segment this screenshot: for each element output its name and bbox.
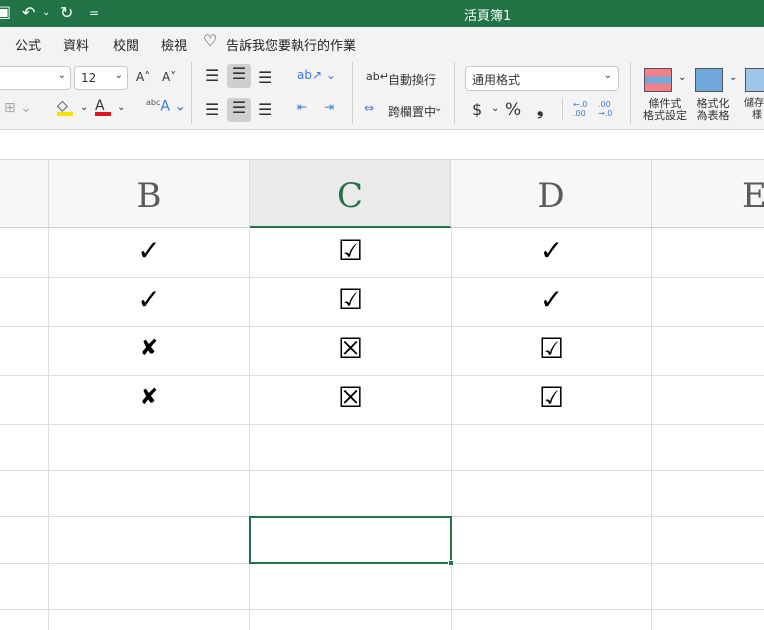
cell-styles-icon[interactable] (745, 68, 764, 92)
cell-b3[interactable]: ✘ (49, 332, 249, 361)
orientation-icon[interactable]: ab↗ ⌄ (297, 68, 336, 82)
font-size-value: 12 (81, 71, 97, 85)
column-header-a[interactable] (0, 160, 49, 228)
increase-decimal-button[interactable]: ←.0 .00 (573, 100, 593, 118)
label: 儲存 (744, 98, 764, 109)
cell-c4[interactable]: ☒ (250, 381, 451, 414)
phonetic-icon[interactable]: abcA ⌄ (146, 98, 186, 115)
cell-b4[interactable]: ✘ (49, 381, 249, 410)
ribbon-tabs: 公式 資料 校閱 檢視 ♡ 告訴我您要執行的作業 (0, 27, 764, 58)
undo-dropdown-icon[interactable]: ⌄ (42, 7, 50, 18)
wrap-text-button[interactable]: 自動換行 (388, 71, 436, 88)
cell-b1[interactable]: ✓ (49, 234, 249, 267)
wrap-text-icon: ab↵ (366, 70, 389, 83)
chevron-down-icon: ⌄ (57, 70, 66, 81)
redo-icon[interactable]: ↻ (60, 3, 73, 22)
format-as-table-dropdown-icon[interactable]: ⌄ (729, 72, 737, 83)
comma-button[interactable]: ❟ (537, 100, 543, 120)
font-color-button[interactable]: A (95, 98, 111, 116)
align-middle-icon[interactable]: ☰ (227, 64, 251, 88)
cell-c3[interactable]: ☒ (250, 332, 451, 365)
chevron-down-icon: ⌄ (114, 70, 123, 81)
merge-center-button[interactable]: 跨欄置中 (388, 103, 436, 120)
cell-d4[interactable]: ☑ (452, 381, 651, 414)
align-bottom-icon[interactable]: ☰ (258, 68, 272, 87)
column-header-c[interactable]: C (250, 160, 451, 228)
cell-d1[interactable]: ✓ (452, 234, 651, 267)
conditional-formatting-icon[interactable] (644, 68, 672, 92)
fill-handle[interactable] (448, 560, 454, 566)
shrink-font-button[interactable]: A˅ (162, 70, 176, 84)
align-top-icon[interactable]: ☰ (205, 66, 219, 85)
conditional-formatting-button[interactable]: 條件式 格式設定 (642, 98, 688, 122)
align-right-icon[interactable]: ☰ (258, 100, 272, 119)
format-as-table-icon[interactable] (695, 68, 723, 92)
fill-color-dropdown-icon[interactable]: ⌄ (80, 102, 88, 113)
tell-me-search[interactable]: 告訴我您要執行的作業 (226, 35, 356, 54)
cell-d3[interactable]: ☑ (452, 332, 651, 365)
tab-review[interactable]: 校閱 (113, 35, 139, 54)
decrease-decimal-button[interactable]: .00 →.0 (598, 100, 618, 118)
ribbon-toolbar: ⌄ 12 ⌄ A˄ A˅ ⊞ ⌄ ◇ ⌄ A ⌄ abcA ⌄ ☰ ☰ ☰ ab↗… (0, 58, 764, 130)
percent-button[interactable]: % (505, 100, 521, 120)
font-size-select[interactable]: 12 ⌄ (74, 66, 128, 90)
tab-formulas[interactable]: 公式 (15, 35, 41, 54)
align-center-icon[interactable]: ☰ (227, 98, 251, 122)
save-icon[interactable]: ▣ (0, 2, 11, 21)
label: 樣 (752, 110, 762, 121)
undo-icon[interactable]: ↶ (22, 3, 35, 22)
column-header-b[interactable]: B (49, 160, 250, 228)
label: 格式設定 (643, 109, 687, 122)
merge-center-icon: ⇔ (364, 101, 375, 115)
number-format-select[interactable]: 通用格式 ⌄ (465, 66, 619, 91)
font-name-select[interactable]: ⌄ (0, 66, 71, 90)
align-left-icon[interactable]: ☰ (205, 100, 219, 119)
column-header-e[interactable]: E (652, 160, 764, 228)
cell-d2[interactable]: ✓ (452, 283, 651, 316)
label: 為表格 (696, 109, 730, 122)
selected-cell[interactable] (249, 516, 452, 564)
currency-dropdown-icon[interactable]: ⌄ (491, 103, 499, 114)
cell-grid[interactable]: ✓ ☑ ✓ ✓ ☑ ✓ ✘ ☒ ☑ ✘ ☒ ☑ (0, 228, 764, 630)
merge-dropdown-icon[interactable]: ⌄ (434, 103, 442, 114)
formula-bar[interactable] (0, 131, 764, 160)
cell-styles-button[interactable]: 儲存樣 (744, 98, 764, 122)
currency-button[interactable]: $ (472, 100, 482, 119)
title-bar: ▣ ↶ ⌄ ↻ = 活頁簿1 (0, 0, 764, 27)
window-title: 活頁簿1 (464, 9, 512, 24)
increase-indent-icon[interactable]: ⇥ (324, 100, 334, 114)
chevron-down-icon: ⌄ (603, 70, 612, 81)
column-header-d[interactable]: D (451, 160, 652, 228)
tab-view[interactable]: 檢視 (161, 35, 187, 54)
cell-c1[interactable]: ☑ (250, 234, 451, 267)
grow-font-button[interactable]: A˄ (136, 70, 150, 84)
conditional-formatting-dropdown-icon[interactable]: ⌄ (678, 72, 686, 83)
cell-c2[interactable]: ☑ (250, 283, 451, 316)
lightbulb-icon: ♡ (203, 31, 218, 50)
decrease-indent-icon[interactable]: ⇤ (297, 100, 307, 114)
fill-color-button[interactable]: ◇ (57, 98, 73, 116)
customize-toolbar-icon[interactable]: = (89, 6, 99, 20)
number-format-value: 通用格式 (472, 73, 521, 87)
tab-data[interactable]: 資料 (63, 35, 89, 54)
format-as-table-button[interactable]: 格式化 為表格 (693, 98, 733, 122)
cell-b2[interactable]: ✓ (49, 283, 249, 316)
borders-icon[interactable]: ⊞ ⌄ (4, 100, 32, 116)
font-color-dropdown-icon[interactable]: ⌄ (117, 102, 125, 113)
